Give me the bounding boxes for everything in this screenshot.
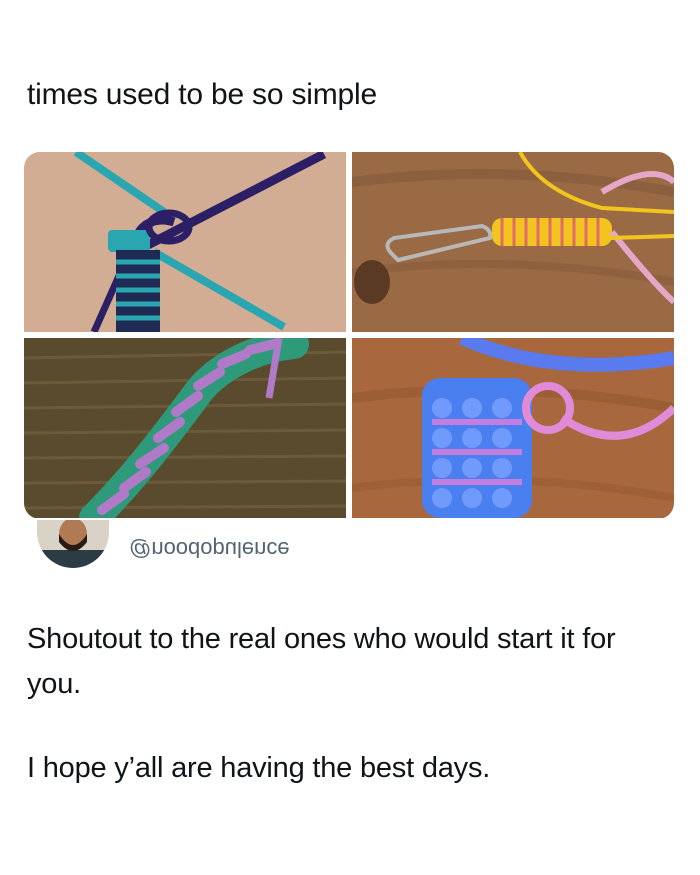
photo-yellow-lanyard-clip[interactable] bbox=[352, 152, 674, 332]
post-body-line: I hope y’all are having the best days. bbox=[27, 752, 491, 784]
photo-green-purple-twist[interactable] bbox=[24, 338, 346, 518]
lanyard-photo-icon bbox=[352, 338, 674, 518]
author-handle[interactable]: @noodopulence bbox=[129, 535, 290, 563]
image-grid bbox=[24, 152, 674, 519]
lanyard-photo-icon bbox=[24, 152, 346, 332]
avatar-photo-icon bbox=[37, 520, 109, 568]
avatar[interactable] bbox=[37, 520, 109, 568]
photo-blue-pink-box-stitch[interactable] bbox=[352, 338, 674, 518]
post-body-line: Shoutout to the real ones who would star… bbox=[27, 623, 616, 700]
post-body: Shoutout to the real ones who would star… bbox=[27, 617, 677, 791]
lanyard-photo-icon bbox=[24, 338, 346, 518]
photo-teal-purple-lanyard[interactable] bbox=[24, 152, 346, 332]
post-title: times used to be so simple bbox=[27, 78, 377, 111]
lanyard-photo-icon bbox=[352, 152, 674, 332]
quoted-author-row: @noodopulence bbox=[24, 520, 674, 570]
